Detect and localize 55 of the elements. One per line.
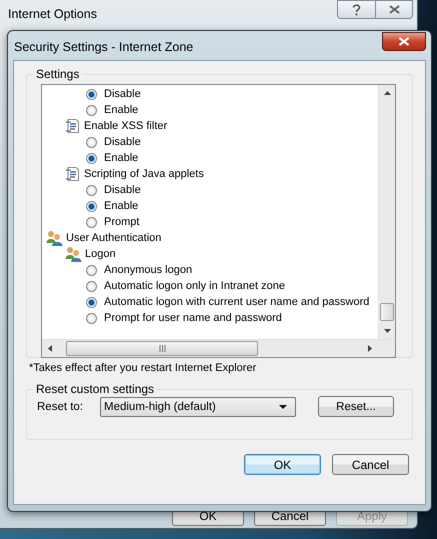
scroll-left-icon[interactable] [48,345,52,352]
option-label: Enable [104,104,138,116]
option-label: Logon [85,248,116,260]
grip-icon [158,345,166,352]
group-label: Settings [35,67,80,81]
radio-button[interactable] [86,296,97,308]
document-icon [65,118,81,134]
horizontal-scrollbar[interactable] [42,339,395,357]
scroll-up-icon[interactable] [384,91,390,95]
window-title: Internet Options [8,7,97,21]
help-icon [352,4,361,16]
radio-button[interactable] [86,184,97,196]
reset-button[interactable]: Reset... [318,396,394,417]
option-label: Anonymous logon [104,264,192,276]
radio-button[interactable] [86,216,97,228]
option-label: Scripting of Java applets [84,168,204,180]
dialog-button[interactable]: Cancel [332,454,409,475]
note-text: *Takes effect after you restart Internet Explorer [29,362,258,374]
radio-button[interactable] [86,264,97,276]
dialog-title: Security Settings - Internet Zone [13,40,194,54]
close-icon [398,36,410,46]
radio-button[interactable] [86,312,97,324]
users-icon [46,230,63,246]
scroll-thumb[interactable] [380,303,394,321]
document-icon [65,166,81,182]
radio-button[interactable] [86,280,97,292]
option-label: Enable [104,200,138,212]
group-label: Reset custom settings [35,382,156,396]
radio-button[interactable] [86,104,97,116]
level-dropdown[interactable]: Medium-high (default) [100,396,296,416]
option-label: Automatic logon with current user name and password [104,296,370,308]
dialog-button[interactable]: OK [244,454,321,475]
reset-to-label: Reset to: [37,400,84,412]
close-icon [388,5,400,14]
option-label: Prompt [104,216,140,228]
option-label: Disable [104,184,141,196]
option-label: User Authentication [66,232,162,244]
radio-button[interactable] [86,152,97,164]
option-label: Enable [104,152,138,164]
option-label: Disable [104,88,141,100]
scroll-down-icon[interactable] [384,329,390,333]
radio-button[interactable] [86,88,97,100]
users-icon [65,246,82,262]
dropdown-arrow-icon [279,404,287,408]
scroll-right-icon[interactable] [368,345,372,352]
option-label: Automatic logon only in Intranet zone [104,280,286,292]
help-button[interactable] [337,0,375,19]
scroll-thumb[interactable] [66,341,258,356]
vertical-scrollbar[interactable] [378,85,395,339]
option-label: Enable XSS filter [84,120,168,132]
radio-button[interactable] [86,200,97,212]
option-label: Disable [104,136,141,148]
option-label: Prompt for user name and password [104,312,282,324]
close-button[interactable] [382,32,426,50]
radio-button[interactable] [86,136,97,148]
